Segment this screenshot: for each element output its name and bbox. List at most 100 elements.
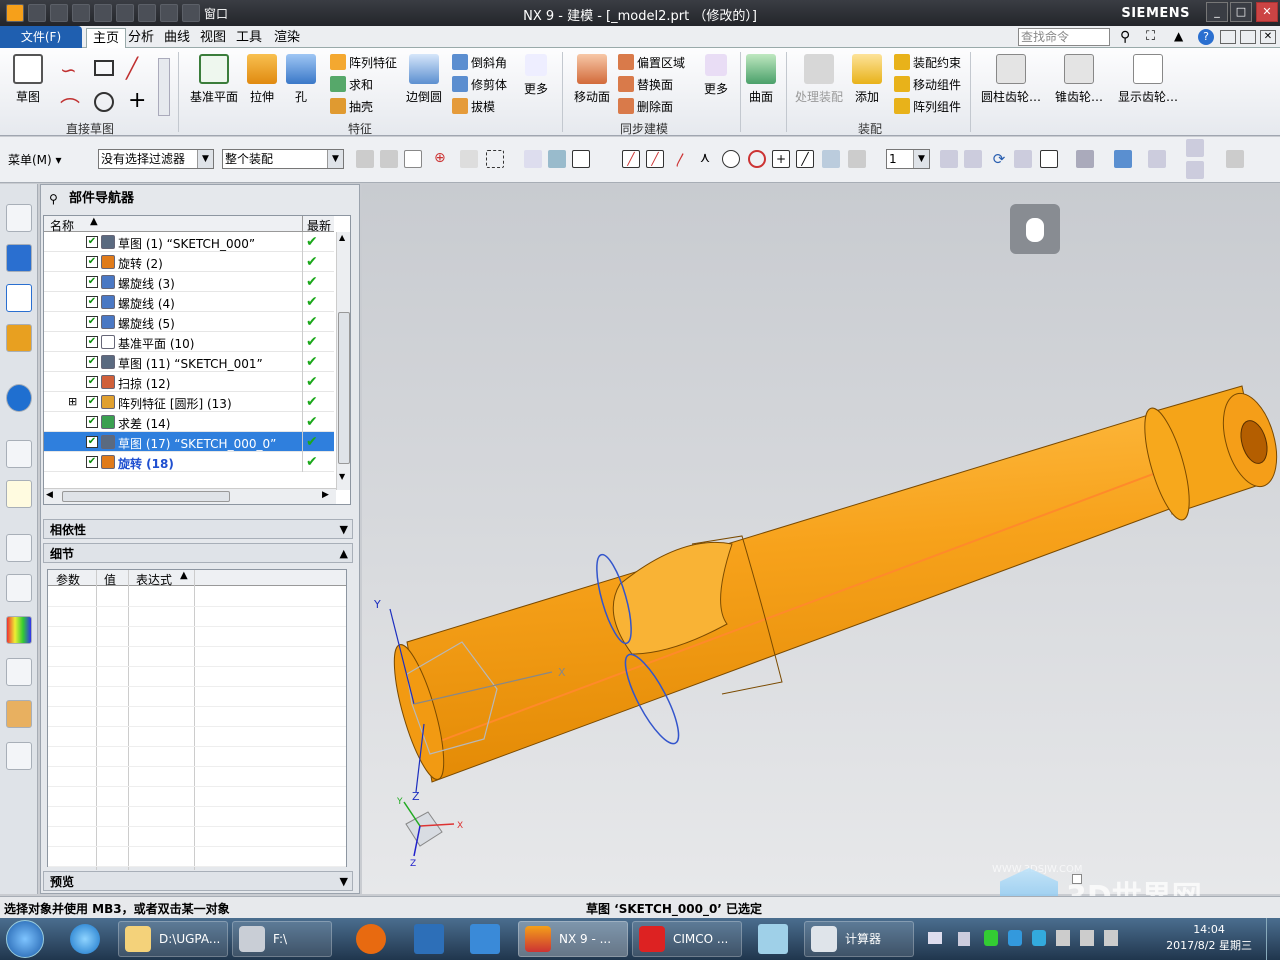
app-notes-icon[interactable] [758,924,788,954]
palette-icon[interactable] [6,616,32,644]
select-body-icon[interactable] [524,150,542,168]
snap-on-curve-icon[interactable]: ╱ [796,150,814,168]
rotate-icon[interactable]: ⟳ [990,150,1008,168]
snap-existing-point-icon[interactable]: + [772,150,790,168]
pan-icon[interactable] [1014,150,1032,168]
line-icon[interactable]: ╱ [126,56,138,80]
type-filter-dropdown[interactable]: 没有选择过滤器 ▼ [98,149,214,169]
process-studio-icon[interactable] [6,658,32,686]
assembly-navigator-icon[interactable] [6,204,32,232]
datum-plane-button[interactable]: 基准平面 [186,52,242,105]
tab-tools[interactable]: 工具 [230,28,268,48]
edit-section-icon[interactable] [1114,150,1132,168]
visibility-checkbox[interactable]: ✔ [86,276,98,288]
surface-button[interactable]: 曲面 [736,52,786,105]
scroll-thumb[interactable] [338,312,350,464]
start-button[interactable] [6,920,44,958]
visibility-checkbox[interactable]: ✔ [86,336,98,348]
pin-icon[interactable]: ⚲ [49,192,58,206]
sketch-button[interactable]: 草图 [2,52,54,105]
visibility-checkbox[interactable]: ✔ [86,376,98,388]
visibility-checkbox[interactable]: ✔ [86,256,98,268]
history-icon[interactable] [6,440,32,468]
filter-reset-icon[interactable] [380,150,398,168]
column-parameter-header[interactable]: 参数 [56,571,80,588]
rectangle-icon[interactable] [94,60,114,76]
tree-horizontal-scrollbar[interactable]: ◀ ▶ [44,488,336,504]
reuse-library-icon[interactable] [6,324,32,352]
replace-face-button[interactable]: 替换面 [618,74,673,94]
tree-row[interactable]: ✔ 基准平面 (10) ✔ [44,332,334,352]
pattern-component-button[interactable]: 阵列组件 [894,96,961,116]
delete-face-button[interactable]: 删除面 [618,96,673,116]
constraint-navigator-icon[interactable] [6,244,32,272]
scroll-down-icon[interactable]: ▼ [339,472,345,481]
keyboard-icon[interactable] [928,932,942,944]
edge-blend-button[interactable]: 边倒圆 [400,52,448,105]
unite-button[interactable]: 求和 [330,74,373,94]
taskbar-explorer-ugpa[interactable]: D:\UGPA... [118,921,228,957]
system-materials-icon[interactable] [6,574,32,602]
expand-icon[interactable]: ⊞ [68,395,77,408]
scroll-thumb-horizontal[interactable] [62,491,230,502]
tab-curve[interactable]: 曲线 [158,28,196,48]
preview-panel-header[interactable]: 预览 ▼ [43,871,353,891]
show-desktop-button[interactable] [1266,918,1280,960]
toolbar-option-2-icon[interactable] [1186,161,1204,179]
tab-home[interactable]: 主页 [86,28,127,48]
roles-icon[interactable] [6,700,32,728]
circle-icon[interactable] [94,92,114,112]
battery-icon[interactable] [1104,930,1118,946]
system-clock[interactable]: 14:04 2017/8/2 星期三 [1166,922,1252,954]
zoom-icon[interactable] [964,150,982,168]
select-cursor-icon[interactable]: ⊕ [434,150,452,168]
move-component-button[interactable]: 移动组件 [894,74,961,94]
tab-view[interactable]: 视图 [194,28,232,48]
select-lasso-icon[interactable] [460,150,478,168]
tree-row[interactable]: ✔ 螺旋线 (4) ✔ [44,292,334,312]
clock-icon[interactable] [6,534,32,562]
doc-restore-icon[interactable] [1240,30,1256,44]
collapse-ribbon-icon[interactable]: ▲ [1174,29,1183,43]
bevel-gear-button[interactable]: 锥齿轮… [1048,52,1110,105]
tree-row[interactable]: ✔ 旋转 (2) ✔ [44,252,334,272]
help-icon[interactable]: ? [1198,29,1214,45]
snap-quadrant-icon[interactable] [748,150,766,168]
tree-row[interactable]: ⊞ ✔ 阵列特征 [圆形] (13) ✔ [44,392,334,412]
tree-row[interactable]: ✔ 扫掠 (12) ✔ [44,372,334,392]
visibility-checkbox[interactable]: ✔ [86,396,98,408]
snap-toggle-icon[interactable] [572,150,590,168]
command-search-input[interactable]: 查找命令 [1018,28,1110,46]
tree-row[interactable]: ✔ 螺旋线 (5) ✔ [44,312,334,332]
shell-button[interactable]: 抽壳 [330,96,373,116]
draft-button[interactable]: 拔模 [452,96,495,116]
move-face-button[interactable]: 移动面 [566,52,618,105]
taskbar-cimco[interactable]: CIMCO ... [632,921,742,957]
details-panel-header[interactable]: 细节 ▲ [43,543,353,563]
taskbar-calculator[interactable]: 计算器 [804,921,914,957]
snap-midpoint-icon[interactable]: ╱ [646,150,664,168]
snap-endpoint-icon[interactable]: ╱ [622,150,640,168]
app-orange-icon[interactable] [356,924,386,954]
dependency-panel-header[interactable]: 相依性 ▼ [43,519,353,539]
usb-icon[interactable] [958,932,970,946]
profile-icon[interactable]: ∽ [60,58,77,82]
taskbar-nx9[interactable]: NX 9 - ... [518,921,628,957]
assembly-constraint-button[interactable]: 装配约束 [894,52,961,72]
trim-body-button[interactable]: 修剪体 [452,74,507,94]
search-icon[interactable]: ⚲ [1120,29,1130,45]
tree-row[interactable]: ✔ 旋转 (18) ✔ [44,452,334,472]
offset-region-button[interactable]: 偏置区域 [618,52,685,72]
pattern-feature-button[interactable]: 阵列特征 [330,52,397,72]
snap-on-face-icon[interactable] [822,150,840,168]
tree-row[interactable]: ✔ 草图 (11) “SKETCH_001” ✔ [44,352,334,372]
work-view-icon[interactable] [1148,150,1166,168]
cylinder-gear-button[interactable]: 圆柱齿轮… [976,52,1046,105]
visibility-checkbox[interactable]: ✔ [86,436,98,448]
toolbar-option-icon[interactable] [1186,139,1204,157]
toolbar-options-icon[interactable] [1226,150,1244,168]
visibility-checkbox[interactable]: ✔ [86,456,98,468]
tree-row[interactable]: ✔ 草图 (17) “SKETCH_000_0” ✔ [44,432,334,452]
menu-button[interactable]: 菜单(M) ▾ [8,151,62,168]
snap-intersection-icon[interactable]: ⋏ [696,150,714,168]
